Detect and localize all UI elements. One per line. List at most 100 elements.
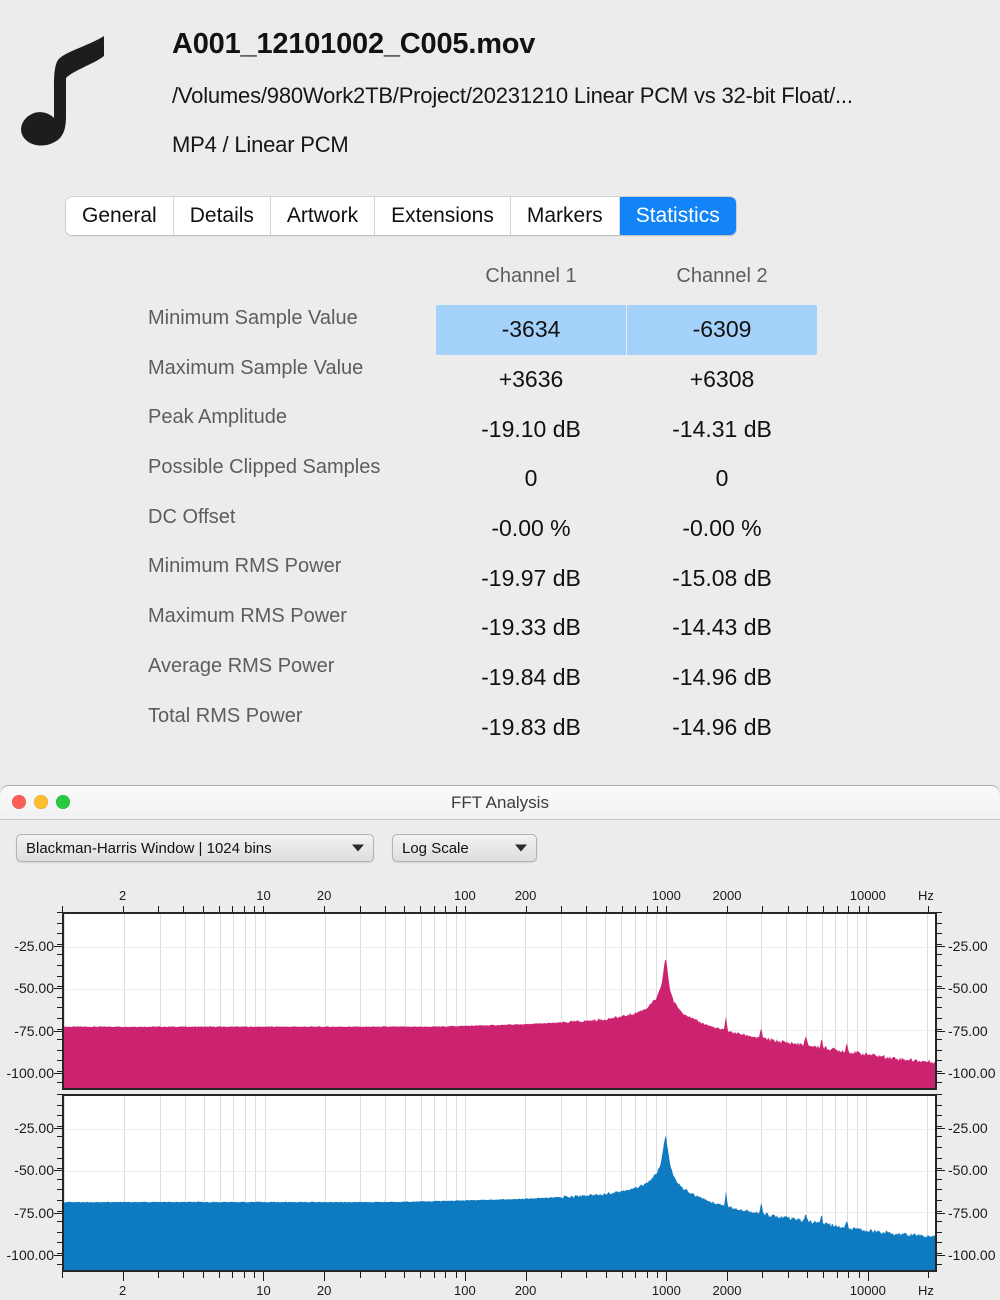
amplitude-tick-minor: [937, 1049, 942, 1051]
axis-tick-minor: [823, 1272, 825, 1278]
cell-channel-1: -19.10 dB: [481, 415, 581, 442]
amplitude-tick-major: [937, 1030, 945, 1032]
tab-label: Extensions: [391, 204, 494, 227]
axis-tick-minor: [848, 1272, 850, 1278]
amplitude-tick-minor: [937, 922, 942, 924]
frequency-tick-label: 2: [119, 1283, 127, 1298]
amplitude-tick-label-left: -75.00: [14, 1022, 54, 1039]
axis-tick-major: [867, 1272, 869, 1281]
amplitude-tick-minor: [937, 1028, 942, 1030]
axis-tick-minor: [586, 1272, 588, 1278]
table-row[interactable]: Minimum RMS Power -19.97 dB -15.08 dB: [0, 553, 1000, 603]
amplitude-tick-major: [937, 1170, 945, 1172]
amplitude-tick-minor: [937, 1157, 942, 1159]
frequency-tick-label: 20: [316, 1283, 332, 1298]
axis-tick-major: [464, 1272, 466, 1281]
cell-channel-1: +3636: [498, 366, 564, 393]
amplitude-tick-major: [54, 1030, 62, 1032]
amplitude-tick-minor: [937, 1070, 942, 1072]
cell-channel-2: -15.08 dB: [672, 564, 772, 591]
table-row[interactable]: Maximum RMS Power -19.33 dB -14.43 dB: [0, 603, 1000, 653]
amplitude-tick-minor: [937, 996, 942, 998]
tab-bar: General Details Artwork Extensions Markers St…: [66, 197, 736, 235]
amplitude-tick-minor: [937, 1136, 942, 1138]
spectrum-plot-channel-1[interactable]: [62, 912, 937, 1090]
fft-window-titlebar[interactable]: FFT Analysis: [0, 786, 1000, 820]
tab-general[interactable]: General: [66, 197, 174, 235]
amplitude-tick-minor: [937, 1081, 942, 1083]
amplitude-tick-label-right: -75.00: [948, 1022, 988, 1039]
amplitude-tick-label-right: -50.00: [948, 1162, 988, 1179]
amplitude-tick-minor: [937, 1017, 942, 1019]
axis-tick-minor: [858, 1272, 860, 1278]
axis-tick-minor: [158, 1272, 160, 1278]
file-header: A001_12101002_C005.mov /Volumes/980Work2…: [0, 0, 1000, 180]
amplitude-tick-minor: [937, 1168, 942, 1170]
amplitude-tick-minor: [937, 1146, 942, 1148]
amplitude-tick-label-left: -50.00: [14, 1162, 54, 1179]
axis-tick-minor: [621, 1272, 623, 1278]
table-row[interactable]: Possible Clipped Samples 0 0: [0, 454, 1000, 504]
frequency-axis-unit-label: Hz: [918, 1283, 934, 1298]
amplitude-tick-minor: [937, 1039, 942, 1041]
axis-tick-minor: [762, 1272, 764, 1278]
amplitude-tick-minor: [937, 1252, 942, 1254]
axis-tick-minor: [254, 1272, 256, 1278]
chevron-down-icon: [515, 844, 527, 852]
table-row[interactable]: DC Offset -0.00 % -0.00 %: [0, 504, 1000, 554]
tab-extensions[interactable]: Extensions: [375, 197, 511, 235]
amplitude-tick-minor: [937, 1199, 942, 1201]
amplitude-tick-label-right: -50.00: [948, 980, 988, 997]
amplitude-tick-minor: [937, 954, 942, 956]
amplitude-tick-major: [54, 1212, 62, 1214]
axis-tick-minor: [455, 1272, 457, 1278]
amplitude-tick-minor: [937, 1210, 942, 1212]
fft-scale-select[interactable]: Log Scale: [392, 834, 537, 862]
table-row[interactable]: Average RMS Power -19.84 dB -14.96 dB: [0, 653, 1000, 703]
fft-window-function-select[interactable]: Blackman-Harris Window | 1024 bins: [16, 834, 374, 862]
axis-tick-major: [727, 1272, 728, 1281]
table-row[interactable]: Maximum Sample Value +3636 +6308: [0, 355, 1000, 405]
row-label: Average RMS Power: [148, 654, 335, 677]
axis-tick-minor: [787, 1272, 789, 1278]
amplitude-tick-minor: [937, 964, 942, 966]
amplitude-tick-minor: [937, 975, 942, 977]
axis-tick-minor: [605, 1272, 607, 1278]
tab-label: Details: [189, 204, 254, 227]
amplitude-tick-minor: [937, 1094, 942, 1095]
axis-tick-minor: [445, 1272, 447, 1278]
axis-tick-minor: [561, 1272, 563, 1278]
fft-window-title: FFT Analysis: [451, 792, 549, 812]
axis-tick-minor: [433, 1272, 435, 1278]
row-label: DC Offset: [148, 505, 236, 528]
spectrum-plot-channel-2[interactable]: [62, 1094, 937, 1272]
axis-tick-major: [525, 1272, 527, 1281]
amplitude-tick-major: [54, 1127, 62, 1129]
cell-channel-1: 0: [524, 465, 538, 492]
amplitude-tick-minor: [937, 1189, 942, 1191]
table-row[interactable]: Total RMS Power -19.83 dB -14.96 dB: [0, 703, 1000, 753]
amplitude-tick-minor: [937, 1125, 942, 1127]
axis-tick-major: [324, 1272, 326, 1281]
amplitude-tick-major: [54, 945, 62, 947]
row-label: Minimum RMS Power: [148, 555, 342, 578]
table-row[interactable]: Peak Amplitude -19.10 dB -14.31 dB: [0, 404, 1000, 454]
amplitude-tick-minor: [937, 986, 942, 988]
amplitude-tick-label-left: -75.00: [14, 1204, 54, 1221]
fft-window-function-value: Blackman-Harris Window | 1024 bins: [26, 839, 272, 857]
tab-markers[interactable]: Markers: [510, 197, 620, 235]
fft-scale-value: Log Scale: [402, 839, 469, 857]
chevron-down-icon: [352, 844, 364, 852]
axis-tick-major: [122, 1272, 124, 1281]
axis-tick-minor: [62, 1272, 63, 1278]
table-row[interactable]: Minimum Sample Value -3634 -6309: [0, 305, 1000, 355]
tab-details[interactable]: Details: [173, 197, 271, 235]
tab-statistics[interactable]: Statistics: [619, 197, 736, 235]
row-label: Possible Clipped Samples: [148, 456, 381, 479]
axis-tick-minor: [183, 1272, 185, 1278]
cell-channel-1: -19.97 dB: [481, 564, 581, 591]
frequency-axis-unit-label: Hz: [918, 888, 934, 903]
axis-tick-minor: [420, 1272, 422, 1278]
amplitude-tick-minor: [937, 1178, 942, 1180]
tab-artwork[interactable]: Artwork: [270, 197, 376, 235]
